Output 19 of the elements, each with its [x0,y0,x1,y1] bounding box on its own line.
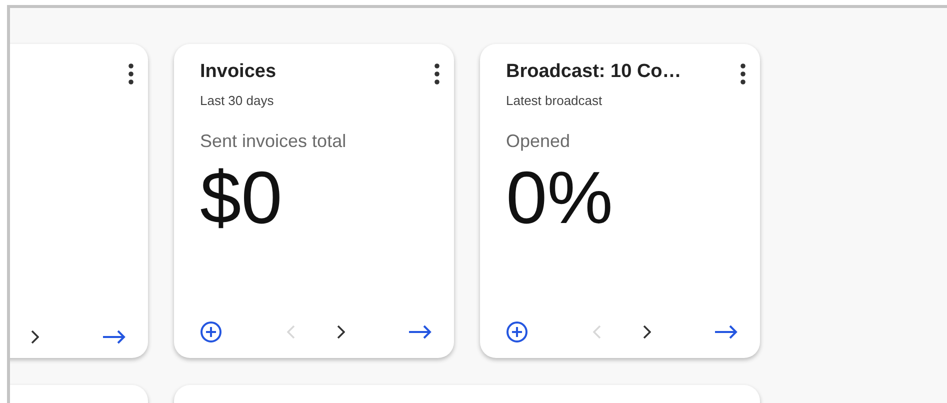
next-icon[interactable] [337,325,345,339]
card-title: Invoices [200,60,276,84]
metric-label: Opened [506,130,572,153]
next-icon[interactable] [643,325,651,339]
next-icon[interactable] [31,330,39,344]
arrow-icon[interactable] [102,330,126,344]
arrow-icon[interactable] [714,325,738,339]
metric-value: 0% [506,161,614,235]
card-subtitle: Latest broadcast [506,92,604,110]
more-icon[interactable] [128,62,134,85]
card-subtitle: Last 30 days [200,92,275,110]
more-icon[interactable] [740,62,746,85]
arrow-icon[interactable] [408,325,432,339]
metric-value: $0 [200,161,284,235]
metric-label: Sent invoices total [200,130,348,153]
more-icon[interactable] [434,62,440,85]
add-icon[interactable] [506,320,528,343]
card-title: Broadcast: 10 Co… [506,60,682,84]
add-icon[interactable] [200,320,222,343]
